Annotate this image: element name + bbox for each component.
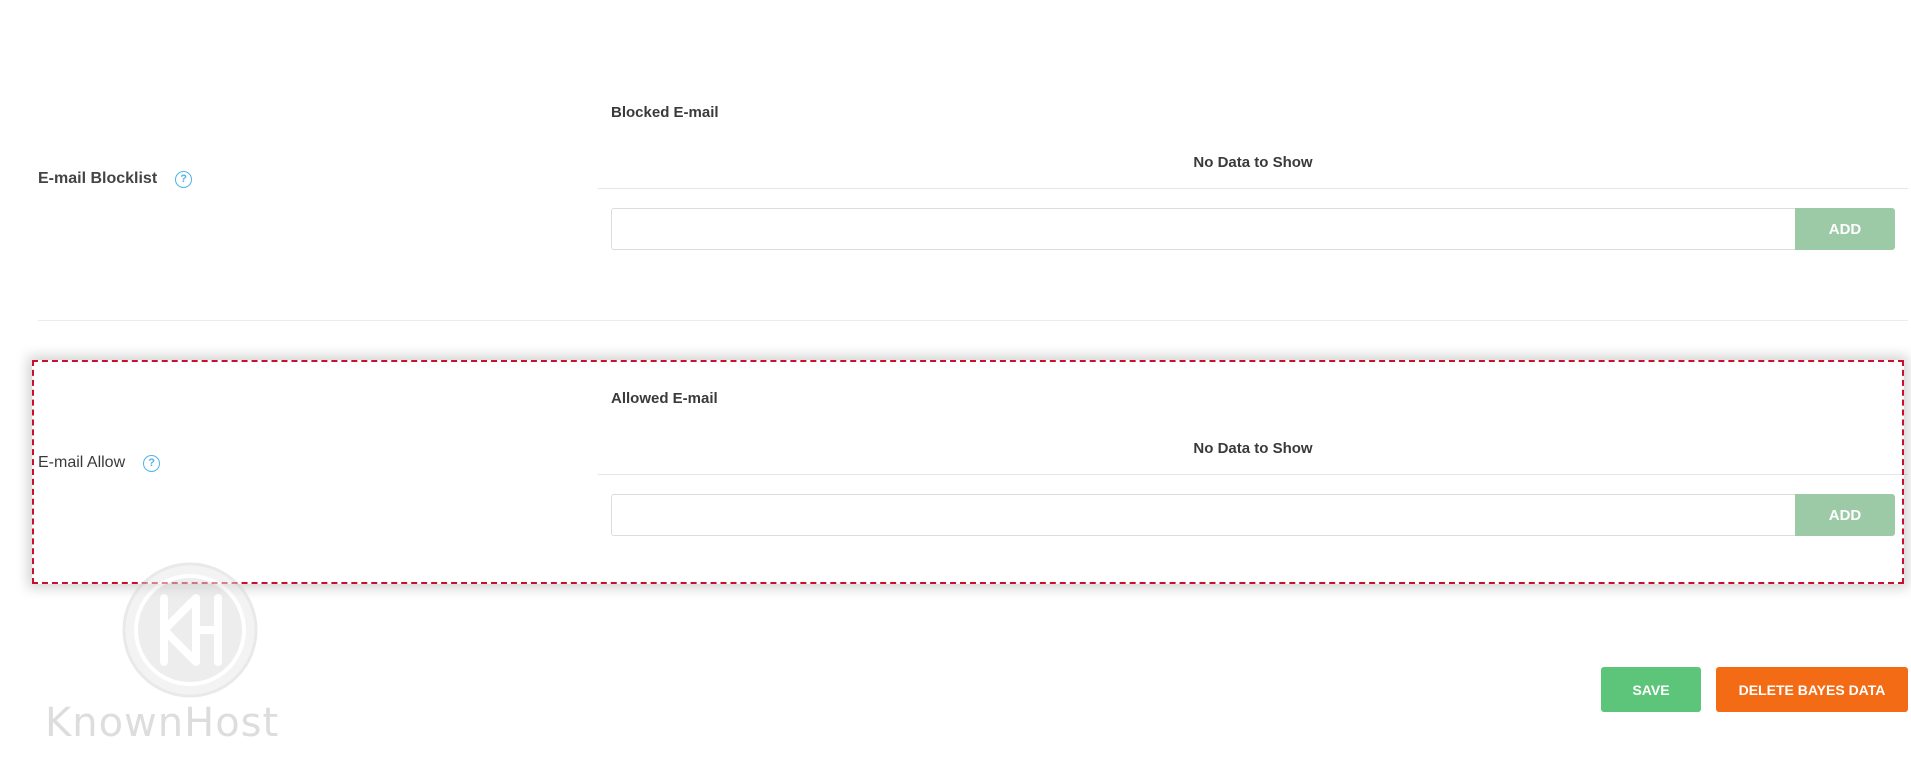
save-button[interactable]: SAVE — [1601, 667, 1701, 712]
question-circle-icon[interactable]: ? — [143, 454, 161, 472]
row-divider — [38, 320, 1908, 321]
email-blocklist-label-text: E-mail Blocklist — [38, 170, 158, 187]
watermark-brand-text: KnownHost — [45, 700, 280, 746]
allowed-email-column-header: Allowed E-mail — [611, 390, 718, 407]
blocked-email-add-button[interactable]: ADD — [1795, 208, 1895, 250]
knownhost-watermark: KnownHost — [45, 560, 345, 746]
email-blocklist-row: E-mail Blocklist ? Blocked E-mail No Dat… — [38, 70, 1908, 320]
allowed-email-input[interactable] — [611, 494, 1795, 536]
knownhost-logo-icon — [122, 562, 258, 698]
allowed-email-empty-message: No Data to Show — [1193, 440, 1313, 457]
spam-settings-page: E-mail Blocklist ? Blocked E-mail No Dat… — [0, 0, 1911, 778]
delete-bayes-data-button[interactable]: DELETE BAYES DATA — [1716, 667, 1908, 712]
footer-actions: SAVE DELETE BAYES DATA — [1601, 667, 1908, 712]
email-allow-row: E-mail Allow ? Allowed E-mail No Data to… — [38, 362, 1908, 584]
blocked-email-divider — [598, 188, 1908, 189]
allowed-email-divider — [598, 474, 1908, 475]
email-allow-label-text: E-mail Allow — [38, 454, 126, 471]
question-circle-icon[interactable]: ? — [175, 170, 193, 188]
blocked-email-empty-message: No Data to Show — [1193, 154, 1313, 171]
email-blocklist-label: E-mail Blocklist ? — [38, 170, 193, 188]
blocked-email-column-header: Blocked E-mail — [611, 104, 719, 121]
allowed-email-add-form: ADD — [611, 494, 1895, 536]
blocked-email-add-form: ADD — [611, 208, 1895, 250]
allowed-email-add-button[interactable]: ADD — [1795, 494, 1895, 536]
blocked-email-input[interactable] — [611, 208, 1795, 250]
email-allow-label: E-mail Allow ? — [38, 454, 161, 472]
